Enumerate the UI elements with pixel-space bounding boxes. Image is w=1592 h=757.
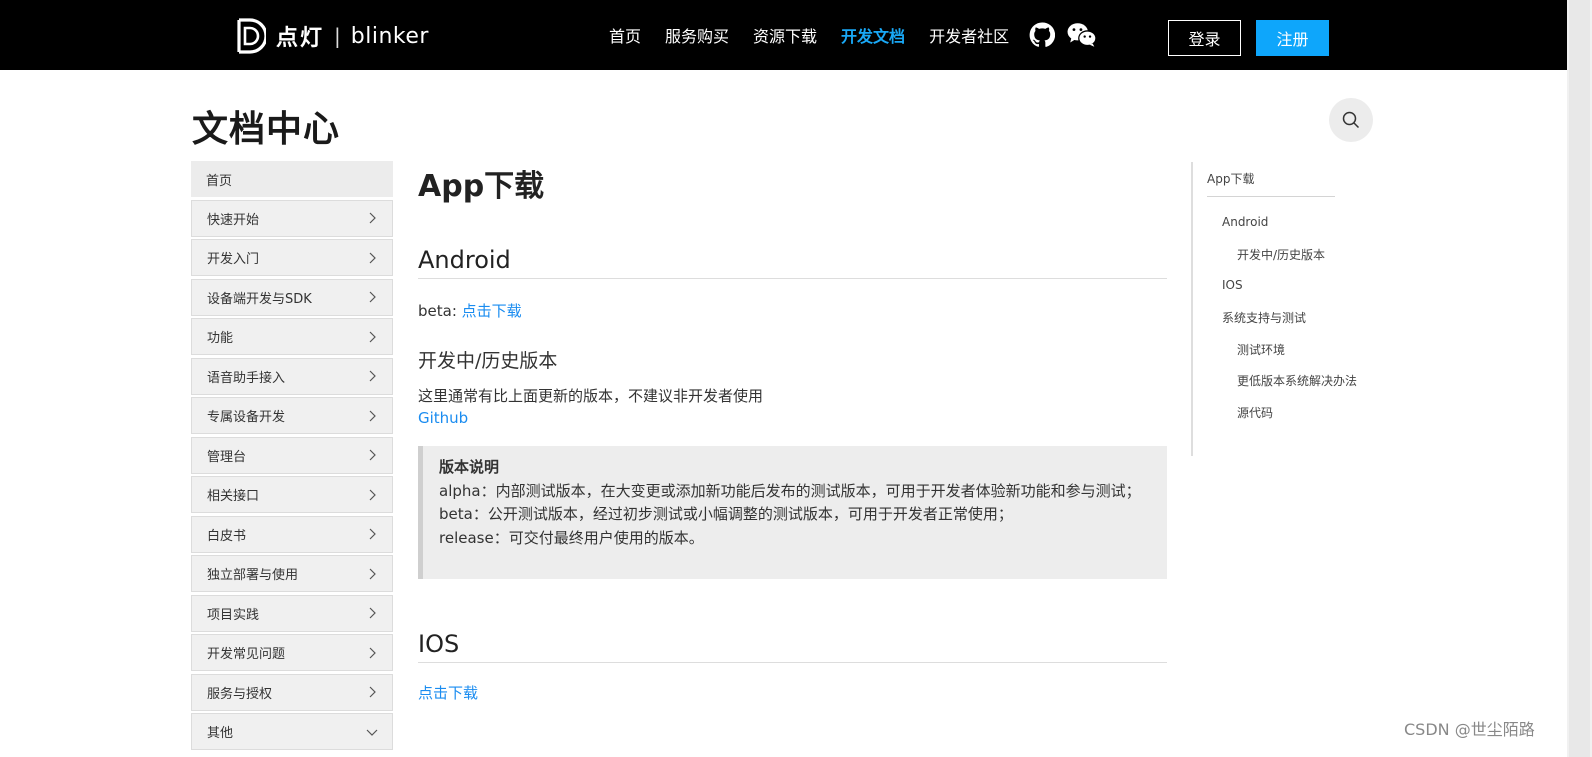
sidebar-item-label: 快速开始 (207, 212, 260, 228)
sidebar-item-console[interactable]: 管理台 (191, 436, 393, 474)
chevron-right-icon (369, 291, 376, 303)
register-button[interactable]: 注册 (1256, 20, 1329, 56)
section-heading-ios: IOS (418, 630, 1167, 663)
version-notes-callout: 版本说明 alpha：内部测试版本，在大变更或添加新功能后发布的测试版本，可用于… (418, 446, 1167, 579)
sidebar-item-dedicated-device[interactable]: 专属设备开发 (191, 397, 393, 434)
chevron-right-icon (369, 410, 376, 421)
callout-title: 版本说明 (439, 458, 500, 476)
nav-home[interactable]: 首页 (609, 23, 641, 47)
section-heading-android: Android (418, 246, 1167, 279)
chevron-right-icon (369, 252, 376, 263)
toc-item-ios[interactable]: IOS (1222, 278, 1243, 292)
toc-item-test-env[interactable]: 测试环境 (1237, 341, 1285, 358)
sidebar-item-other[interactable]: 其他 (191, 713, 393, 750)
sidebar-item-features[interactable]: 功能 (191, 318, 393, 355)
sidebar-item-faq[interactable]: 开发常见问题 (191, 634, 393, 671)
brand-separator: | (334, 24, 341, 48)
chevron-right-icon (369, 370, 376, 382)
chevron-right-icon (369, 331, 376, 342)
chevron-right-icon (369, 647, 376, 658)
sidebar-item-label: 专属设备开发 (207, 410, 286, 425)
sidebar-item-label: 服务与授权 (207, 686, 273, 702)
sidebar-item-label: 白皮书 (207, 528, 247, 544)
callout-alpha: alpha：内部测试版本，在大变更或添加新功能后发布的测试版本，可用于开发者体验… (439, 481, 1141, 500)
chevron-right-icon (369, 607, 376, 619)
nav-dev-docs[interactable]: 开发文档 (841, 23, 905, 47)
chevron-right-icon (369, 686, 376, 698)
github-link[interactable]: Github (418, 409, 468, 427)
brand-name-cn: 点灯 (276, 26, 325, 51)
sidebar-item-label: 开发常见问题 (207, 647, 286, 662)
callout-beta: beta：公开测试版本，经过初步测试或小幅调整的测试版本，可用于开发者正常使用； (439, 505, 1013, 523)
toc-item-system-support[interactable]: 系统支持与测试 (1222, 309, 1306, 326)
chevron-right-icon (369, 568, 376, 579)
beta-download-line: beta: 点击下载 (418, 300, 522, 321)
sidebar-item-service-license[interactable]: 服务与授权 (191, 673, 393, 711)
sidebar-item-dev-intro[interactable]: 开发入门 (191, 239, 393, 276)
brand-logo[interactable]: 点灯 | blinker (236, 18, 429, 54)
beta-download-link[interactable]: 点击下载 (462, 302, 522, 320)
docs-sidebar: 首页 快速开始 开发入门 设备端开发与SDK 功能 语音助手接入 专属设备开发 … (191, 161, 393, 753)
sidebar-item-whitepaper[interactable]: 白皮书 (191, 515, 393, 553)
toc-item-android[interactable]: Android (1222, 215, 1268, 229)
toc-item-lower-version[interactable]: 更低版本系统解决办法 (1237, 372, 1357, 389)
sidebar-item-label: 相关接口 (207, 489, 260, 504)
sidebar-item-label: 项目实践 (207, 607, 260, 623)
article-title: App下载 (418, 169, 545, 204)
main-nav: 首页 服务购买 资源下载 开发文档 开发者社区 (609, 0, 1109, 70)
ios-download-link[interactable]: 点击下载 (418, 682, 478, 703)
sidebar-item-quick-start[interactable]: 快速开始 (191, 199, 393, 237)
dev-version-note: 这里通常有比上面更新的版本，不建议非开发者使用 (418, 387, 764, 405)
brand-name-en: blinker (350, 23, 429, 49)
wechat-icon[interactable] (1067, 22, 1097, 48)
sidebar-item-device-sdk[interactable]: 设备端开发与SDK (191, 278, 393, 316)
page-scrollbar-thumb[interactable] (1569, 0, 1590, 757)
toc-item-dev-history[interactable]: 开发中/历史版本 (1237, 246, 1325, 263)
chevron-right-icon (369, 489, 376, 500)
chevron-down-icon (366, 729, 378, 736)
sidebar-item-voice-assistant[interactable]: 语音助手接入 (191, 357, 393, 395)
top-nav-bar: 点灯 | blinker 首页 服务购买 资源下载 开发文档 开发者社区 登录 … (0, 0, 1567, 70)
chevron-right-icon (369, 528, 376, 540)
sidebar-item-label: 开发入门 (207, 252, 260, 267)
nav-downloads[interactable]: 资源下载 (753, 23, 817, 47)
login-button[interactable]: 登录 (1168, 20, 1241, 56)
chevron-right-icon (369, 212, 376, 224)
nav-purchase[interactable]: 服务购买 (665, 23, 729, 47)
toc-item-source-code[interactable]: 源代码 (1237, 404, 1273, 421)
sidebar-item-label: 首页 (206, 173, 233, 189)
sidebar-item-api[interactable]: 相关接口 (191, 476, 393, 513)
toc-divider (1207, 196, 1335, 197)
sidebar-item-label: 语音助手接入 (207, 370, 286, 386)
github-icon[interactable] (1029, 22, 1056, 48)
search-icon (1342, 111, 1360, 129)
callout-release: release：可交付最终用户使用的版本。 (439, 528, 704, 547)
sidebar-item-label: 其他 (207, 726, 234, 741)
blinker-logo-icon (237, 18, 266, 54)
sidebar-item-self-hosting[interactable]: 独立部署与使用 (191, 555, 393, 592)
nav-community[interactable]: 开发者社区 (929, 23, 1009, 47)
section-heading-dev-history: 开发中/历史版本 (418, 350, 558, 372)
table-of-contents: App下载 Android 开发中/历史版本 IOS 系统支持与测试 测试环境 … (1191, 162, 1381, 456)
sidebar-item-label: 管理台 (207, 449, 247, 465)
csdn-watermark: CSDN @世尘陌路 (1404, 720, 1535, 739)
page-title: 文档中心 (192, 109, 341, 150)
chevron-right-icon (369, 449, 376, 461)
sidebar-item-label: 功能 (207, 331, 234, 346)
beta-label: beta: (418, 302, 462, 320)
sidebar-item-label: 设备端开发与SDK (207, 291, 312, 307)
sidebar-item-projects[interactable]: 项目实践 (191, 594, 393, 632)
doc-article: App下载 Android beta: 点击下载 开发中/历史版本 这里通常有比… (418, 160, 1167, 702)
sidebar-item-label: 独立部署与使用 (207, 568, 299, 583)
sidebar-item-home[interactable]: 首页 (191, 161, 393, 197)
search-button[interactable] (1329, 98, 1373, 142)
toc-item-app-download[interactable]: App下载 (1207, 170, 1254, 187)
